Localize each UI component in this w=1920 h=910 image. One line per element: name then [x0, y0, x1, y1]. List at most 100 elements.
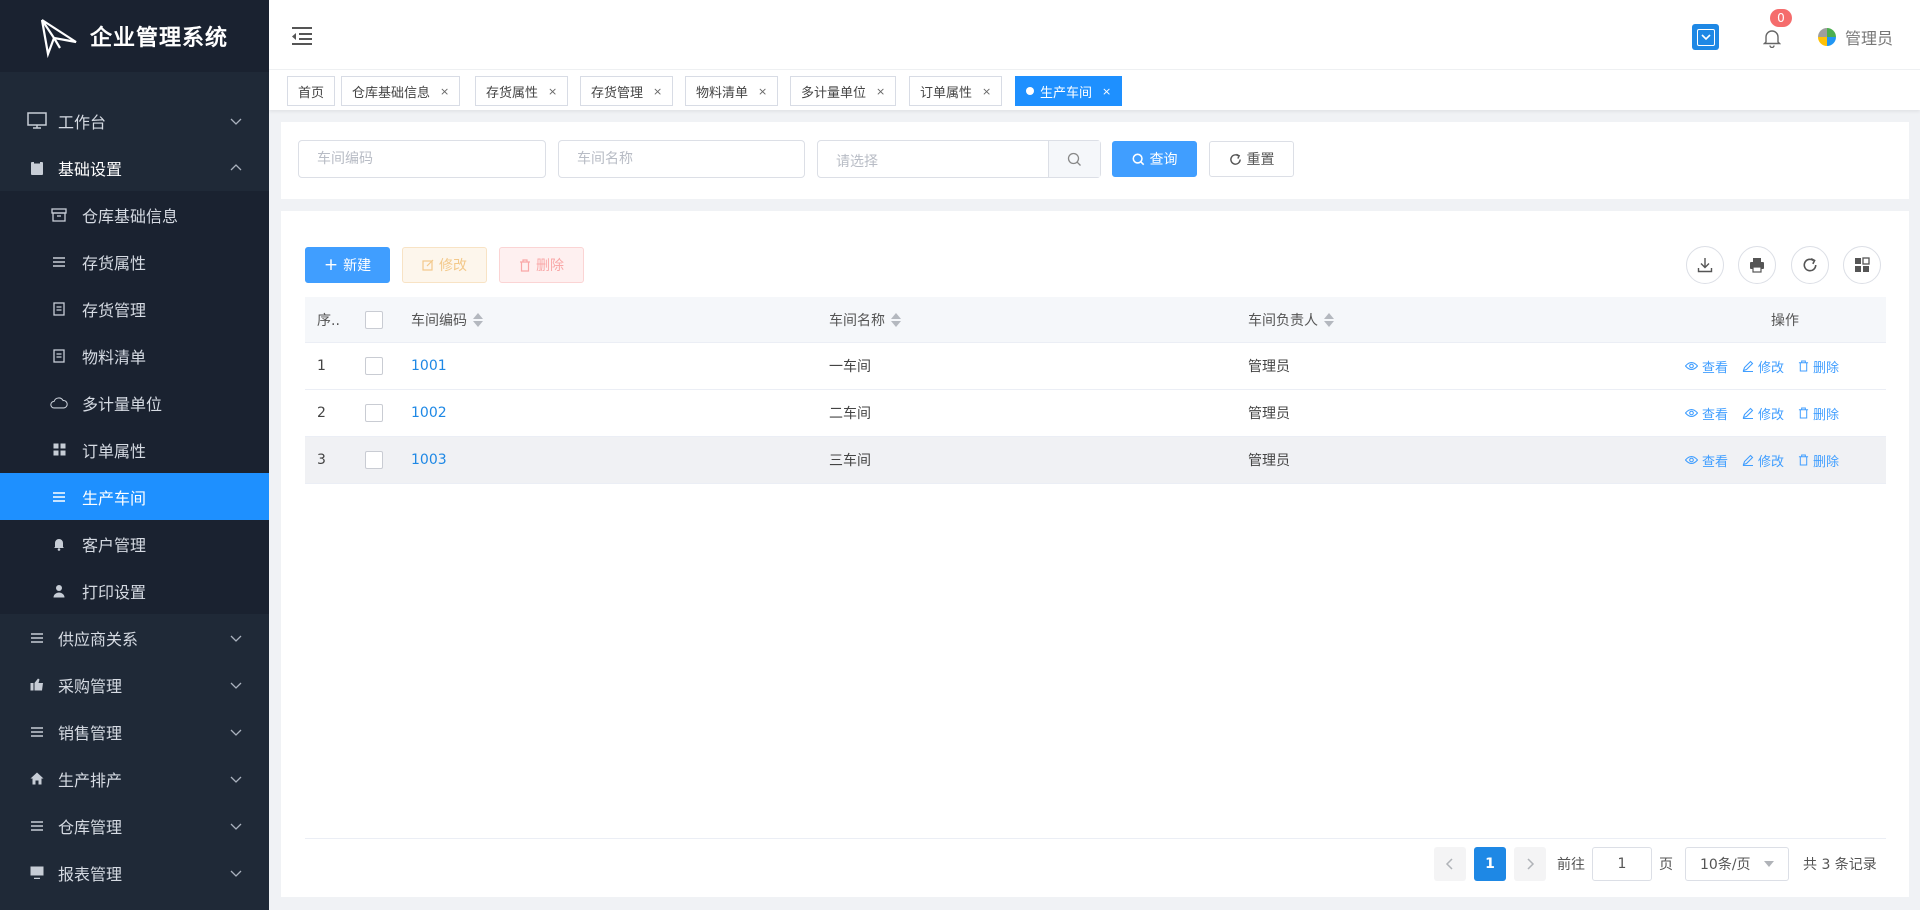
row-edit-button[interactable]: 修改 — [1742, 404, 1784, 423]
download-button[interactable] — [1686, 246, 1724, 284]
sort-icon[interactable] — [1324, 312, 1334, 327]
sidebar-item-warehouse-info[interactable]: 仓库基础信息 — [0, 191, 269, 238]
close-icon[interactable]: × — [1102, 85, 1111, 98]
row-checkbox[interactable] — [365, 357, 383, 375]
row-checkbox[interactable] — [365, 404, 383, 422]
col-name-header[interactable]: 车间名称 — [829, 297, 1209, 342]
home-icon — [26, 770, 48, 788]
tab-home[interactable]: 首页 — [287, 76, 336, 106]
sidebar-item-sales[interactable]: 销售管理 — [0, 708, 269, 755]
reset-button[interactable]: 重置 — [1209, 141, 1294, 177]
tab-order-attr[interactable]: 订单属性 × — [909, 76, 1003, 106]
goto-page-input[interactable]: 1 — [1592, 847, 1652, 881]
next-page-button[interactable] — [1514, 847, 1546, 881]
refresh-button[interactable] — [1791, 246, 1829, 284]
page-number-current[interactable]: 1 — [1474, 847, 1506, 881]
chevron-down-icon — [230, 729, 242, 736]
close-icon[interactable]: × — [758, 85, 767, 98]
row-delete-button[interactable]: 删除 — [1798, 357, 1839, 376]
sidebar-item-inventory-attr[interactable]: 存货属性 — [0, 238, 269, 285]
sidebar-item-multi-unit[interactable]: 多计量单位 — [0, 379, 269, 426]
sidebar-item-scheduling[interactable]: 生产排产 — [0, 755, 269, 802]
close-icon[interactable]: × — [876, 85, 885, 98]
workshop-code-input[interactable] — [298, 140, 546, 178]
search-icon[interactable] — [1048, 141, 1100, 177]
tab-label: 仓库基础信息 — [352, 85, 431, 101]
avatar[interactable] — [1818, 28, 1836, 46]
close-icon[interactable]: × — [653, 85, 662, 98]
sidebar-item-purchase[interactable]: 采购管理 — [0, 661, 269, 708]
select-all-checkbox[interactable] — [365, 310, 383, 329]
edit-icon — [422, 259, 434, 271]
sidebar-item-basic-settings[interactable]: 基础设置 — [0, 144, 269, 191]
row-edit-button[interactable]: 修改 — [1742, 357, 1784, 376]
user-name[interactable]: 管理员 — [1845, 25, 1893, 49]
sidebar-item-label: 工作台 — [58, 112, 107, 132]
sidebar-item-supplier[interactable]: 供应商关系 — [0, 614, 269, 661]
tab-multi-unit[interactable]: 多计量单位 × — [790, 76, 897, 106]
col-code-header[interactable]: 车间编码 — [411, 297, 791, 342]
col-owner-header[interactable]: 车间负责人 — [1248, 297, 1628, 342]
tab-workshop[interactable]: 生产车间 × — [1015, 76, 1123, 106]
prev-page-button[interactable] — [1434, 847, 1466, 881]
menu-fold-icon[interactable] — [291, 26, 313, 46]
view-button[interactable]: 查看 — [1685, 404, 1728, 423]
col-name-label: 车间名称 — [829, 312, 885, 329]
tab-bom[interactable]: 物料清单 × — [685, 76, 779, 106]
table-row[interactable]: 1 1001 一车间 管理员 查看 修改 删除 — [305, 343, 1886, 390]
sidebar-item-label: 销售管理 — [58, 723, 123, 743]
row-delete-button[interactable]: 删除 — [1798, 404, 1839, 423]
row-code-link[interactable]: 1001 — [411, 358, 447, 374]
view-button[interactable]: 查看 — [1685, 357, 1728, 376]
print-button[interactable] — [1738, 246, 1776, 284]
eye-icon — [1685, 361, 1698, 371]
printer-icon — [1750, 258, 1764, 273]
workshop-name-input[interactable] — [558, 140, 805, 178]
owner-select[interactable]: 请选择 — [817, 140, 1101, 178]
sidebar-item-reports[interactable]: 报表管理 — [0, 849, 269, 896]
sidebar-item-warehouse[interactable]: 仓库管理 — [0, 802, 269, 849]
sidebar-item-bom[interactable]: 物料清单 — [0, 332, 269, 379]
tab-inventory-mgmt[interactable]: 存货管理 × — [580, 76, 674, 106]
row-select-cell — [365, 437, 395, 483]
sort-icon[interactable] — [473, 312, 483, 327]
notification-bell-icon[interactable] — [1763, 28, 1781, 48]
tab-label: 存货属性 — [486, 85, 539, 101]
edit-icon — [1742, 454, 1754, 466]
sidebar-item-workbench[interactable]: 工作台 — [0, 97, 269, 144]
view-label: 查看 — [1702, 454, 1729, 470]
tab-inventory-attr[interactable]: 存货属性 × — [475, 76, 569, 106]
row-code-link[interactable]: 1003 — [411, 452, 447, 468]
sidebar-item-workshop[interactable]: 生产车间 — [0, 473, 269, 520]
edit-button[interactable]: 修改 — [402, 247, 487, 283]
table-row[interactable]: 3 1003 三车间 管理员 查看 修改 删除 — [305, 437, 1886, 484]
tab-warehouse-info[interactable]: 仓库基础信息 × — [341, 76, 461, 106]
sort-icon[interactable] — [891, 312, 901, 327]
row-edit-button[interactable]: 修改 — [1742, 451, 1784, 470]
sidebar-item-order-attr[interactable]: 订单属性 — [0, 426, 269, 473]
col-code-label: 车间编码 — [411, 312, 467, 329]
row-checkbox[interactable] — [365, 451, 383, 469]
view-button[interactable]: 查看 — [1685, 451, 1728, 470]
sidebar-item-customer[interactable]: 客户管理 — [0, 520, 269, 567]
list-icon — [50, 488, 68, 506]
sidebar-item-print-settings[interactable]: 打印设置 — [0, 567, 269, 614]
new-button[interactable]: + 新建 — [305, 247, 390, 283]
page-size-select[interactable]: 10条/页 — [1685, 847, 1789, 881]
close-icon[interactable]: × — [548, 85, 557, 98]
close-icon[interactable]: × — [982, 85, 991, 98]
document-icon — [50, 347, 68, 365]
header-dropdown-button[interactable] — [1692, 24, 1719, 50]
top-header: 0 管理员 — [269, 0, 1920, 70]
sidebar-item-inventory-mgmt[interactable]: 存货管理 — [0, 285, 269, 332]
delete-button[interactable]: 删除 — [499, 247, 584, 283]
delete-label: 删除 — [536, 258, 564, 274]
row-code-link[interactable]: 1002 — [411, 405, 447, 421]
close-icon[interactable]: × — [440, 85, 449, 98]
table-row[interactable]: 2 1002 二车间 管理员 查看 修改 删除 — [305, 390, 1886, 437]
row-delete-button[interactable]: 删除 — [1798, 451, 1839, 470]
row-code-cell: 1001 — [411, 343, 791, 389]
search-icon — [1132, 153, 1144, 165]
query-button[interactable]: 查询 — [1112, 141, 1197, 177]
columns-button[interactable] — [1843, 246, 1881, 284]
